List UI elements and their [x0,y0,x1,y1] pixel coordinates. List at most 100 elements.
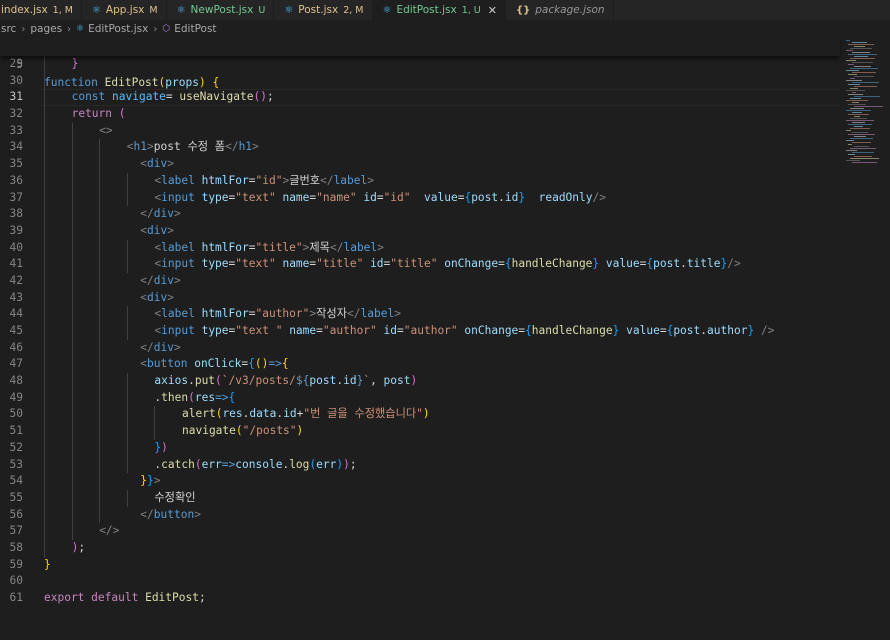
code-line[interactable]: 55 수정확인 [0,489,840,507]
code-line[interactable]: 41 <input type="text" name="title" id="ti… [0,256,840,273]
line-number: 54 [9,474,23,488]
minimap-line [854,156,872,157]
tab-index-jsx[interactable]: ⚛index.jsx1, M [0,0,82,20]
minimap-line [850,58,875,59]
code-line[interactable]: 54 }}> [0,473,840,490]
breadcrumb-file[interactable]: EditPost.jsx [88,23,148,35]
code-line[interactable]: 58); [0,539,840,557]
code-line[interactable]: 61 export default EditPost; [0,590,840,607]
minimap-line [850,108,864,109]
code-line[interactable]: 44 <label htmlFor="author">작성자</label> [0,306,840,323]
tab-label: NewPost.jsx [190,4,254,16]
tab-package-json[interactable]: {} package.json [506,0,614,20]
minimap-line [854,116,860,117]
indent-guide [126,306,128,323]
tab-app-jsx[interactable]: ⚛ App.jsx M [82,0,167,20]
breadcrumb-pages[interactable]: pages [30,23,62,35]
line-number: 53 [9,457,23,471]
code-line[interactable]: 48 axios.put(`/v3/posts/${post.id}`, post… [0,373,840,390]
code-line[interactable]: 59} [0,557,840,574]
minimap-line [846,60,856,61]
tab-newpost-jsx[interactable]: ⚛ NewPost.jsx U [167,0,275,20]
react-icon: ⚛ [284,4,294,16]
tab-status-badge: 1, M [52,4,73,16]
indent-guide [99,289,101,307]
code-line[interactable]: 42 </div> [0,272,840,290]
code-line[interactable]: 33 <> [0,122,840,140]
indent-guide [44,56,45,73]
indent-guide [154,406,156,424]
code-line[interactable]: 43 <div> [0,289,840,307]
code-line[interactable]: 37 <input type="text" name="name" id="id"… [0,189,840,207]
code-line[interactable]: 57 </> [0,523,840,540]
code-text: <input type="text" name="title" id="titl… [154,257,741,271]
indent-guide [71,406,73,424]
code-line[interactable]: 36 <label htmlFor="id">글번호</label> [0,172,840,190]
indent-guide [44,473,45,490]
code-text: </div> [140,273,181,287]
code-line[interactable]: 35 <div> [0,156,840,173]
tab-post-jsx[interactable]: ⚛ Post.jsx 2, M [274,0,373,20]
minimap-line [848,64,854,65]
minimap-line [846,160,860,161]
line-number: 59 [9,557,23,571]
code-line[interactable]: 47 <button onClick={()=>{ [0,356,840,374]
code-line[interactable]: 51 navigate("/posts") [0,423,840,440]
minimap-line [854,136,866,137]
indent-guide [71,523,73,540]
minimap-line [850,138,873,139]
code-line[interactable]: 45 <input type="text " name="author" id="… [0,323,840,340]
indent-guide [44,389,45,407]
line-number: 5 [16,58,23,71]
code-line[interactable]: 53 .catch(err=>console.log(err)); [0,456,840,474]
minimap[interactable] [840,38,890,640]
sticky-scroll-header[interactable]: 5 function EditPost(props) { [0,38,840,89]
indent-guide [71,189,73,207]
code-text: return ( [71,107,126,121]
minimap-line [846,100,868,101]
code-line[interactable]: 32 return ( [0,106,840,123]
indent-guide [71,306,73,323]
chevron-right-icon: › [67,23,72,35]
minimap-line [850,88,858,89]
minimap-line [852,162,877,163]
breadcrumb-symbol[interactable]: EditPost [174,23,216,35]
minimap-line [850,68,878,69]
indent-guide [126,439,128,457]
close-icon[interactable]: ✕ [488,4,497,17]
code-line[interactable]: 60 [0,573,840,590]
line-number: 58 [9,540,23,554]
code-line[interactable]: 50 alert(res.data.id+"번 글을 수정했습니다") [0,406,840,424]
minimap-line [846,50,853,51]
indent-guide [126,373,128,390]
react-icon: ⚛ [176,4,186,16]
breadcrumb-src[interactable]: src [1,23,16,35]
code-editor[interactable]: 29} 30 31 const navigate= useNavigate(); 32 r… [0,56,840,607]
minimap-line [852,152,874,153]
code-text: alert(res.data.id+"번 글을 수정했습니다") [182,407,430,421]
code-line[interactable]: 34 <h1>post 수정 폼</h1> [0,139,840,157]
indent-guide [71,289,73,307]
code-text: <label htmlFor="author">작성자</label> [154,307,401,321]
indent-guide [44,156,45,173]
tab-editpost-jsx[interactable]: ⚛ EditPost.jsx 1, U ✕ [372,0,506,20]
indent-guide [44,206,45,223]
code-line[interactable]: 39 <div> [0,222,840,240]
code-line[interactable]: 46 </div> [0,339,840,357]
code-line[interactable]: 40 <label htmlFor="title">제목</label> [0,239,840,257]
indent-guide [44,189,45,207]
indent-guide [71,323,73,340]
code-line[interactable]: 56 </button> [0,506,840,524]
tab-label: index.jsx [1,4,48,16]
indent-guide [126,489,128,507]
minimap-line [848,44,874,45]
code-line[interactable]: 52}) [0,439,840,457]
indent-guide [99,456,101,474]
code-line[interactable]: 29} [0,56,840,73]
indent-guide [71,373,73,390]
sticky-code-line[interactable]: 5 function EditPost(props) { [0,38,840,89]
code-text: axios.put(`/v3/posts/${post.id}`, post) [154,374,418,388]
indent-guide [44,239,45,257]
code-line[interactable]: 49 .then(res=>{ [0,389,840,407]
code-line[interactable]: 38 </div> [0,206,840,223]
